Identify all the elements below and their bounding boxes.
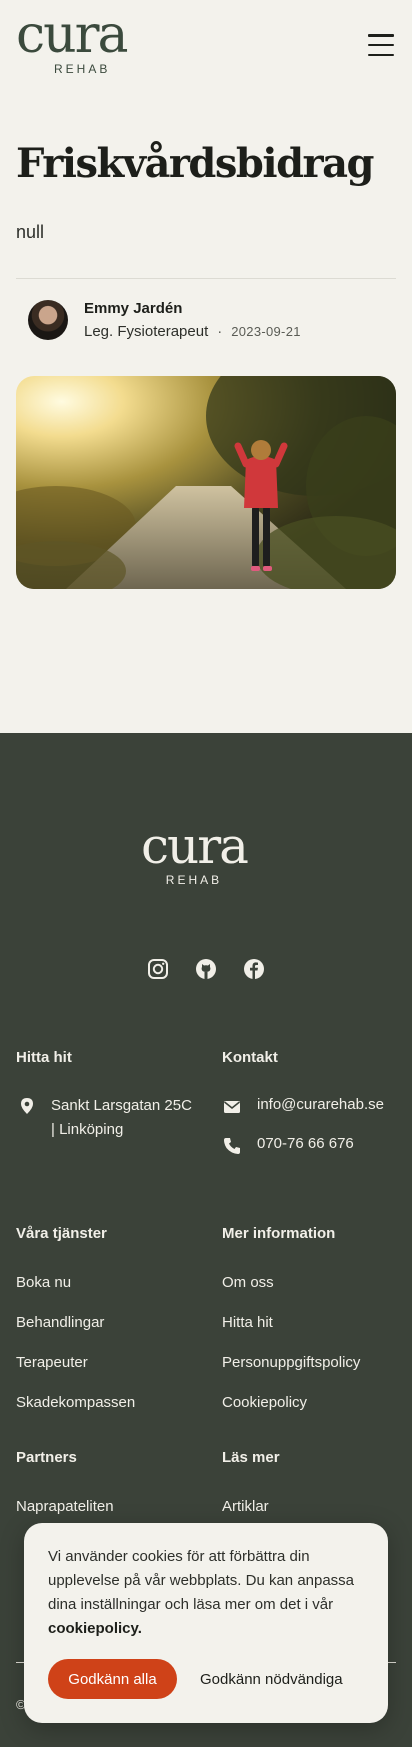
article-lead: null <box>16 222 45 242</box>
divider <box>16 278 396 279</box>
logo-subtitle: REHAB <box>54 62 111 76</box>
more-info-heading: Mer information <box>222 1225 336 1242</box>
meta-separator: · <box>217 323 223 340</box>
hamburger-menu-icon[interactable] <box>368 34 394 56</box>
author-block: Emmy Jardén Leg. Fysioterapeut · 2023-09… <box>28 299 301 341</box>
cookiepolicy-link[interactable]: cookiepolicy. <box>48 1620 142 1637</box>
contact-heading: Kontakt <box>222 1049 278 1066</box>
article-date: 2023-09-21 <box>231 324 301 339</box>
footer-link-naprapateliten[interactable]: Naprapateliten <box>16 1498 114 1515</box>
find-us-heading: Hitta hit <box>16 1049 72 1066</box>
footer-logo-subtitle: REHAB <box>165 873 223 887</box>
social-links <box>147 958 265 980</box>
footer-link-cookiepolicy[interactable]: Cookiepolicy <box>222 1394 307 1411</box>
hero-image <box>16 376 396 589</box>
accept-necessary-button[interactable]: Godkänn nödvändiga <box>200 1659 343 1699</box>
cookie-text: Vi använder cookies för att förbättra di… <box>48 1545 366 1641</box>
footer-link-terapeuter[interactable]: Terapeuter <box>16 1354 88 1371</box>
footer-link-hitta-hit[interactable]: Hitta hit <box>222 1314 273 1331</box>
footer-link-personuppgiftspolicy[interactable]: Personuppgiftspolicy <box>222 1354 360 1371</box>
footer-link-boka-nu[interactable]: Boka nu <box>16 1274 71 1291</box>
accept-all-button[interactable]: Godkänn alla <box>48 1659 177 1699</box>
address[interactable]: Sankt Larsgatan 25C | Linköping <box>51 1094 192 1142</box>
facebook-icon[interactable] <box>243 958 265 980</box>
location-pin-icon <box>18 1097 36 1115</box>
github-icon[interactable] <box>195 958 217 980</box>
footer-link-behandlingar[interactable]: Behandlingar <box>16 1314 104 1331</box>
email-icon <box>223 1098 241 1116</box>
page-title: Friskvårdsbidrag <box>16 140 375 187</box>
logo-word: cura <box>16 5 128 65</box>
phone-icon <box>223 1137 241 1155</box>
avatar <box>28 300 68 340</box>
email-link[interactable]: info@curarehab.se <box>257 1096 384 1113</box>
footer-link-skadekompassen[interactable]: Skadekompassen <box>16 1394 135 1411</box>
partners-heading: Partners <box>16 1449 77 1466</box>
address-line-2: | Linköping <box>51 1121 124 1138</box>
cura-logo[interactable]: cura REHAB <box>16 5 146 76</box>
cookie-message: Vi använder cookies för att förbättra di… <box>48 1548 355 1613</box>
footer-logo[interactable]: cura REHAB <box>141 817 249 887</box>
address-line-1: Sankt Larsgatan 25C <box>51 1097 192 1114</box>
author-name: Emmy Jardén <box>84 300 183 317</box>
phone-link[interactable]: 070-76 66 676 <box>257 1135 354 1152</box>
services-heading: Våra tjänster <box>16 1225 107 1242</box>
read-more-heading: Läs mer <box>222 1449 280 1466</box>
instagram-icon[interactable] <box>147 958 169 980</box>
author-role: Leg. Fysioterapeut <box>84 323 209 340</box>
cookie-banner: Vi använder cookies för att förbättra di… <box>24 1523 388 1723</box>
footer-logo-word: cura <box>141 817 249 875</box>
site-header: cura REHAB <box>0 0 412 100</box>
footer-link-artiklar[interactable]: Artiklar <box>222 1498 269 1515</box>
footer-link-om-oss[interactable]: Om oss <box>222 1274 274 1291</box>
